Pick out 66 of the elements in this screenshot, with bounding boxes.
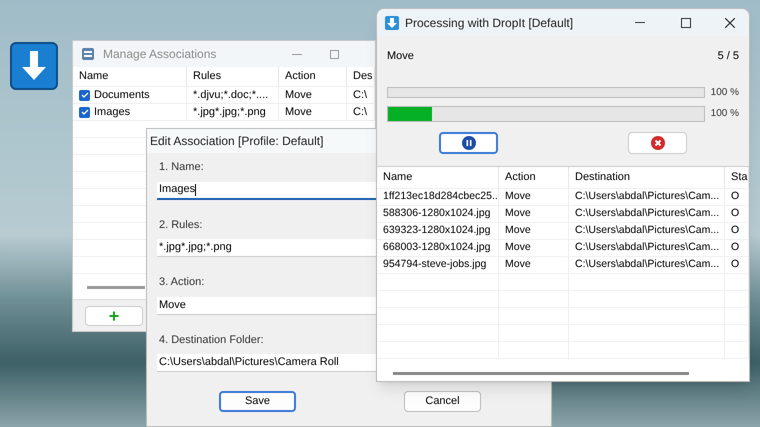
save-button[interactable]: Save: [219, 391, 296, 412]
field-label: 3. Action:: [159, 275, 204, 290]
action-label: Move: [387, 49, 414, 64]
table-cell-text: 954794-steve-jobs.jpg: [383, 256, 486, 272]
window-title: Processing with DropIt [Default]: [405, 14, 574, 32]
percent-label: 100 %: [710, 107, 739, 121]
scrollbar[interactable]: [393, 372, 689, 375]
field-label: 4. Destination Folder:: [159, 332, 264, 348]
table-cell-text: C:\: [353, 88, 368, 103]
scrollbar[interactable]: [87, 286, 145, 289]
text-field[interactable]: *.jpg*.jpg;*.png: [157, 239, 377, 257]
column-header[interactable]: Name: [73, 67, 187, 86]
table-cell-text: C:\Users\abdal\Pictures\Cam...: [575, 222, 720, 238]
checkbox[interactable]: [79, 90, 90, 100]
dialog-title: Edit Association [Profile: Default]: [150, 133, 324, 150]
table-cell-text: C:\: [353, 104, 368, 120]
table-cell-text: C:\Users\abdal\Pictures\Cam...: [575, 206, 720, 221]
table-cell-text: Move: [505, 188, 531, 204]
column-header[interactable]: Rules: [187, 67, 279, 86]
table-cell-text: Move: [285, 104, 312, 120]
table-cell-text: O: [731, 206, 740, 221]
column-header[interactable]: Destination: [569, 166, 725, 188]
table-cell-text: Move: [505, 222, 531, 238]
window-title: Manage Associations: [103, 46, 216, 63]
table-cell-text: O: [731, 256, 740, 272]
text-field[interactable]: Images: [157, 182, 377, 200]
table-cell-text: C:\Users\abdal\Pictures\Cam...: [575, 256, 720, 272]
table-cell-text: O: [731, 188, 740, 204]
percent-label: 100 %: [710, 86, 739, 100]
column-header[interactable]: Sta: [725, 166, 749, 188]
pause-icon: [462, 136, 476, 150]
app-shortcut-icon[interactable]: [10, 42, 58, 90]
table-cell-text: Move: [505, 256, 531, 272]
table-cell-text: *.jpg*.jpg;*.png: [193, 104, 266, 120]
field-label: 2. Rules:: [159, 218, 202, 232]
field-label: 1. Name:: [159, 160, 204, 175]
column-header[interactable]: Name: [377, 166, 499, 188]
stop-icon: [650, 136, 664, 150]
window-app-icon: [81, 47, 95, 61]
table-cell-text: Move: [505, 240, 531, 255]
table-cell-text: 1ff213ec18d284cbec25...: [383, 188, 498, 204]
column-header[interactable]: Action: [279, 67, 347, 86]
text-field[interactable]: Move: [157, 296, 377, 314]
table-cell-text: C:\Users\abdal\Pictures\Cam...: [575, 240, 720, 255]
table-cell-text: 639323-1280x1024.jpg: [383, 222, 490, 238]
table-cell-text: C:\Users\abdal\Pictures\Cam...: [575, 188, 720, 204]
maximize-icon[interactable]: [681, 18, 691, 28]
down-arrow-app-icon: [385, 16, 399, 30]
text-field[interactable]: C:\Users\abdal\Pictures\Camera Roll: [157, 354, 377, 372]
table-cell-text: 588306-1280x1024.jpg: [383, 206, 490, 221]
checkbox[interactable]: [79, 106, 90, 118]
table-cell-text: *.djvu;*.doc;*....: [193, 88, 268, 103]
cancel-button[interactable]: Cancel: [404, 391, 481, 412]
table-cell-text: 668003-1280x1024.jpg: [383, 240, 490, 255]
pause-button[interactable]: [439, 132, 498, 154]
table-cell-text: Images: [94, 104, 130, 120]
column-header[interactable]: Des: [347, 67, 375, 86]
file-count: 5 / 5: [718, 49, 739, 64]
table-cell-text: Move: [505, 206, 531, 221]
table-cell-text: O: [731, 240, 740, 255]
table-cell-text: Move: [285, 88, 312, 103]
close-icon[interactable]: [725, 18, 735, 28]
table-cell-text: Documents: [94, 88, 150, 103]
table-cell-text: O: [731, 222, 740, 238]
cancel-button[interactable]: [628, 132, 687, 154]
column-header[interactable]: Action: [499, 166, 569, 188]
